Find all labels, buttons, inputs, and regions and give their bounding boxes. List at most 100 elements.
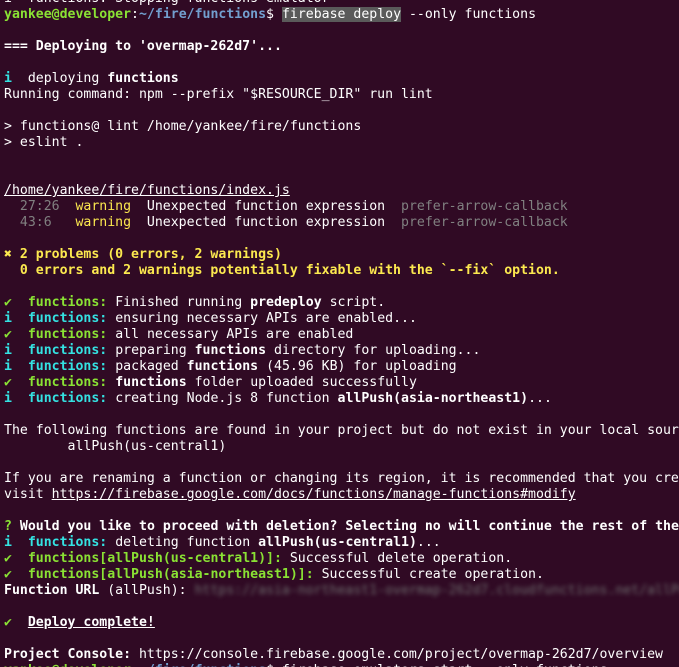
terminal-text: > eslint .	[4, 135, 84, 150]
terminal-text: i	[4, 391, 12, 406]
terminal-text: Deploy complete!	[27, 615, 155, 630]
terminal-text: prefer-arrow-callback	[401, 215, 568, 230]
terminal-line: > functions@ lint /home/yankee/fire/func…	[4, 119, 679, 135]
terminal-line: If you are renaming a function or changi…	[4, 471, 679, 487]
terminal-text: ✔	[4, 615, 12, 630]
terminal-line: Function URL (allPush): https://asia-nor…	[4, 583, 679, 599]
terminal-line: === Deploying to 'overmap-262d7'...	[4, 39, 679, 55]
terminal-line: Project Console: https://console.firebas…	[4, 647, 679, 663]
terminal-text: ✖ 2 problems (0 errors, 2 warnings)	[4, 247, 282, 262]
terminal-text: ✔	[4, 375, 12, 390]
terminal-text: i functions: Stopping functions emulator	[4, 0, 330, 6]
terminal-text: > functions@ lint /home/yankee/fire/func…	[4, 119, 362, 134]
terminal-line: ? Would you like to proceed with deletio…	[4, 519, 679, 535]
terminal-text: ✔	[4, 551, 12, 566]
terminal-text: ...	[528, 391, 552, 406]
terminal-line: ✔ functions: functions folder uploaded s…	[4, 375, 679, 391]
terminal-line: 43:6 warning Unexpected function express…	[4, 215, 679, 231]
terminal-text: i	[4, 343, 12, 358]
terminal-text: directory for uploading...	[266, 343, 481, 358]
terminal-line: ✔ functions[allPush(us-central1)]: Succe…	[4, 551, 679, 567]
terminal-line: yankee@developer:~/fire/functions$ fireb…	[4, 663, 679, 667]
terminal-text: ~/fire/functions	[139, 663, 266, 667]
terminal-text: functions	[186, 359, 259, 374]
terminal-text: functions:	[27, 311, 108, 326]
terminal-text: deleting function	[107, 535, 259, 550]
terminal-text: 27:26	[4, 199, 60, 214]
terminal-line: > eslint .	[4, 135, 679, 151]
terminal-text: ✔	[4, 295, 12, 310]
terminal-text: visit	[4, 487, 52, 502]
terminal-text: Successful delete operation.	[281, 551, 513, 566]
terminal-line: i functions: deleting function allPush(u…	[4, 535, 679, 551]
terminal-text: functions:	[27, 327, 108, 342]
terminal-text: packaged	[107, 359, 187, 374]
selected-command-text[interactable]: firebase deploy	[281, 7, 402, 22]
terminal-text: :	[131, 7, 139, 22]
terminal-line: Running command: npm --prefix "$RESOURCE…	[4, 87, 679, 103]
terminal-text: ✔	[4, 567, 12, 582]
terminal-text: Finished running	[107, 295, 251, 310]
terminal-text: functions	[107, 71, 179, 86]
terminal-window[interactable]: i functions: Stopping functions emulator…	[0, 0, 679, 667]
terminal-line: 0 errors and 2 warnings potentially fixa…	[4, 263, 679, 279]
terminal-text: ?	[4, 519, 12, 534]
terminal-text: ✔	[4, 327, 12, 342]
terminal-text: all necessary APIs are enabled	[107, 327, 354, 342]
terminal-line: i functions: ensuring necessary APIs are…	[4, 311, 679, 327]
terminal-text: allPush(asia-northeast1)	[337, 391, 529, 406]
terminal-text: i	[4, 311, 12, 326]
terminal-text: i	[4, 535, 12, 550]
terminal-text: preparing	[107, 343, 195, 358]
terminal-text: functions:	[27, 391, 108, 406]
terminal-text: Function URL	[4, 583, 100, 598]
terminal-line: ✔ functions[allPush(asia-northeast1)]: S…	[4, 567, 679, 583]
terminal-text: :	[131, 663, 139, 667]
terminal-line: The following functions are found in you…	[4, 423, 679, 439]
terminal-text: ...	[416, 535, 441, 550]
terminal-line: 27:26 warning Unexpected function expres…	[4, 199, 679, 215]
terminal-line: allPush(us-central1)	[4, 439, 679, 455]
terminal-text: deploying	[11, 71, 108, 86]
terminal-text: $ firebase emulators:start --only functi…	[266, 663, 607, 667]
terminal-text: 0 errors and 2 warnings potentially fixa…	[4, 263, 560, 278]
terminal-text: prefer-arrow-callback	[401, 199, 568, 214]
terminal-text: Unexpected function expression	[131, 215, 401, 230]
terminal-link[interactable]: /home/yankee/fire/functions/index.js	[4, 183, 290, 198]
terminal-text: i	[4, 359, 12, 374]
terminal-text: (45.96 KB) for uploading	[258, 359, 457, 374]
terminal-text: ensuring necessary APIs are enabled...	[107, 311, 417, 326]
terminal-text: allPush(us-central1)	[258, 535, 417, 550]
terminal-text: If you are renaming a function or changi…	[4, 471, 679, 486]
terminal-text: creating Node.js 8 function	[107, 391, 338, 406]
terminal-text: $	[266, 7, 282, 22]
terminal-text: functions:	[27, 343, 108, 358]
terminal-line: i functions: Stopping functions emulator	[4, 0, 679, 7]
terminal-text: folder uploaded successfully	[186, 375, 417, 390]
terminal-text: warning	[75, 199, 132, 214]
terminal-link[interactable]: https://firebase.google.com/docs/functio…	[52, 487, 576, 502]
terminal-line: i functions: packaged functions (45.96 K…	[4, 359, 679, 375]
terminal-text: Running command: npm --prefix "$RESOURCE…	[4, 87, 433, 102]
terminal-text: functions:	[27, 295, 108, 310]
terminal-text: The following functions are found in you…	[4, 423, 679, 438]
terminal-line: ✔ functions: all necessary APIs are enab…	[4, 327, 679, 343]
terminal-text: functions	[194, 343, 267, 358]
